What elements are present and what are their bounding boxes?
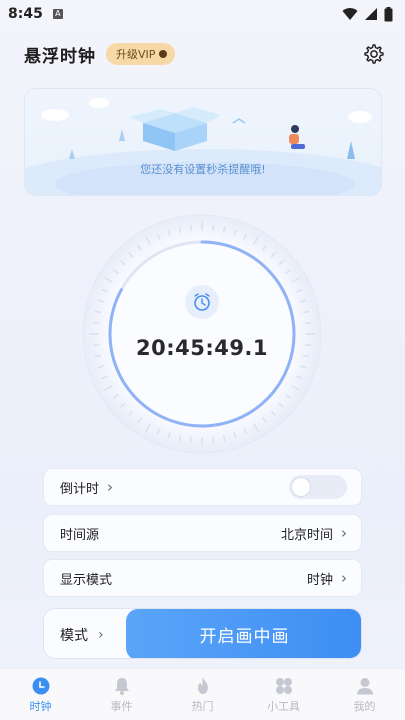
clock-dial: 20:45:49.1 <box>82 214 322 454</box>
status-bar: 8:45 A <box>0 0 405 28</box>
grid-icon <box>275 677 292 694</box>
battery-icon <box>384 6 393 21</box>
signal-icon <box>365 8 377 20</box>
display-mode-value: 时钟 <box>306 572 333 588</box>
flame-icon <box>197 677 208 694</box>
dial-tick <box>189 224 192 232</box>
clock-dial-graphic <box>82 214 322 454</box>
bell-icon <box>114 677 129 695</box>
chevron-right-icon: › <box>341 524 347 542</box>
upgrade-vip-button[interactable]: 升级VIP <box>106 43 176 65</box>
countdown-row[interactable]: 倒计时 › <box>43 468 362 506</box>
countdown-toggle[interactable] <box>289 475 347 499</box>
dial-tick <box>94 310 102 314</box>
bottom-tab-bar: 时钟 事件 热门 小工具 我的 <box>0 668 405 720</box>
time-source-row[interactable]: 时间源 北京时间 › <box>43 514 362 552</box>
tab-label: 我的 <box>353 699 376 713</box>
vip-label: 升级VIP <box>116 48 156 61</box>
vip-dot-icon <box>159 50 168 58</box>
page-title: 悬浮时钟 <box>24 46 96 67</box>
dial-tick <box>92 321 100 324</box>
tab-label: 热门 <box>191 699 214 713</box>
tab-tools[interactable]: 小工具 <box>243 669 324 720</box>
dial-tick <box>302 310 310 314</box>
chevron-right-icon: › <box>107 478 114 496</box>
tab-label: 时钟 <box>29 699 52 713</box>
chevron-right-icon: › <box>341 569 347 587</box>
dial-tick <box>212 436 215 444</box>
empty-state-illustration <box>25 98 381 195</box>
dial-tick <box>178 434 182 442</box>
app-header: 悬浮时钟 升级VIP <box>24 40 385 68</box>
tab-clock[interactable]: 时钟 <box>0 669 81 720</box>
dial-tick <box>222 226 226 234</box>
clock-time-readout: 20:45:49.1 <box>135 336 269 360</box>
dial-tick <box>212 224 215 232</box>
start-pip-button[interactable]: 开启画中画 <box>126 609 361 658</box>
tab-label: 小工具 <box>267 699 300 713</box>
display-mode-row[interactable]: 显示模式 时钟 › <box>43 559 362 597</box>
dial-tick <box>189 436 192 444</box>
time-source-label: 时间源 <box>60 527 100 543</box>
mode-label: 模式 <box>60 627 88 644</box>
seckill-reminder-banner[interactable]: 您还没有设置秒杀提醒哦! <box>24 88 382 196</box>
banner-hint-text: 您还没有设置秒杀提醒哦! <box>140 163 266 176</box>
toggle-knob <box>292 478 310 496</box>
status-time: 8:45 <box>8 6 43 22</box>
countdown-label: 倒计时 <box>60 481 100 497</box>
dial-tick <box>178 226 182 234</box>
dial-tick <box>304 321 312 324</box>
notification-a-icon: A <box>52 9 63 19</box>
pip-action-bar: 模式 › 开启画中画 <box>43 608 362 659</box>
settings-gear-icon[interactable] <box>363 43 385 65</box>
tab-hot[interactable]: 热门 <box>162 669 243 720</box>
dial-tick <box>222 434 226 442</box>
tab-mine[interactable]: 我的 <box>324 669 405 720</box>
chevron-right-icon: › <box>98 626 104 643</box>
tab-events[interactable]: 事件 <box>81 669 162 720</box>
user-icon <box>356 677 373 694</box>
display-mode-label: 显示模式 <box>60 572 113 588</box>
time-source-value: 北京时间 <box>280 527 333 543</box>
wifi-icon <box>342 8 358 20</box>
clock-icon <box>32 677 49 694</box>
mode-selector[interactable]: 模式 › <box>60 609 104 658</box>
tab-label: 事件 <box>110 699 133 713</box>
